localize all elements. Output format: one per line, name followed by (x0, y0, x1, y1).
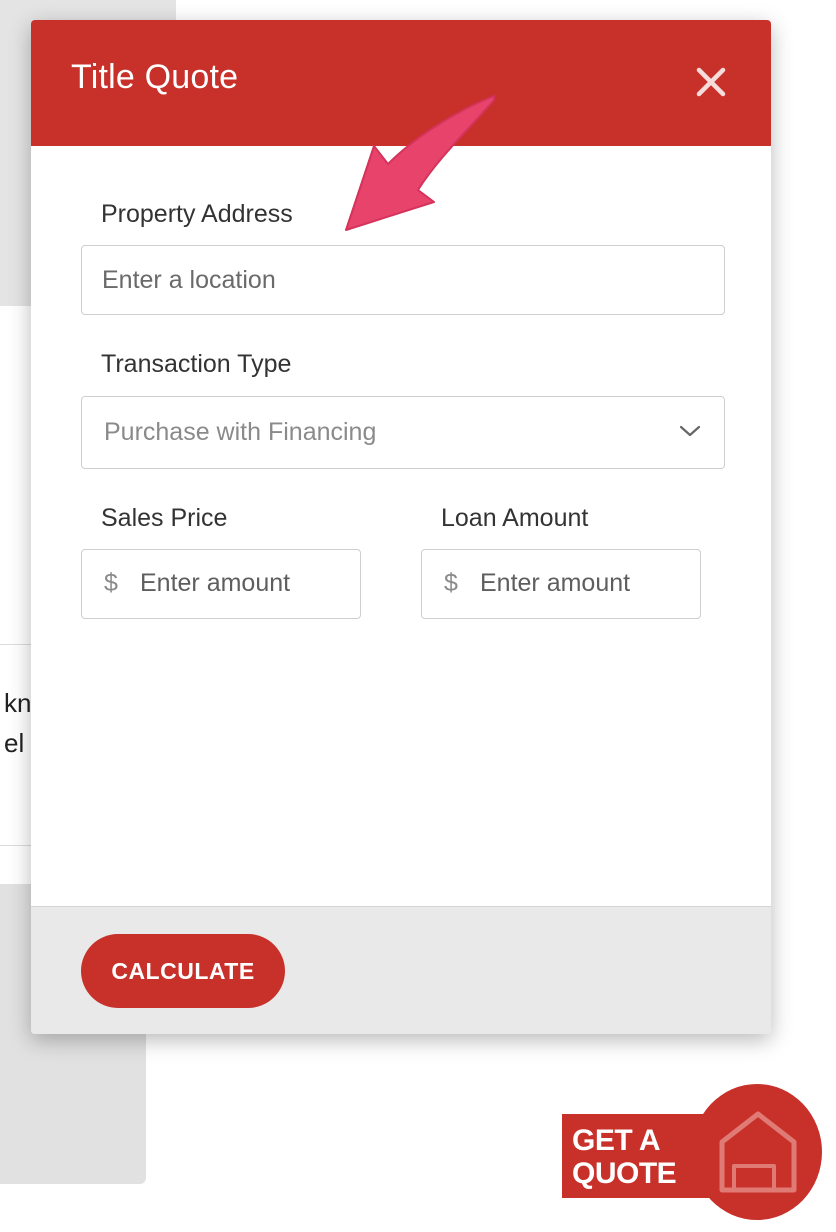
modal-footer: CALCULATE (31, 906, 771, 1034)
transaction-type-select[interactable]: Purchase with Financing (81, 396, 725, 469)
loan-amount-input[interactable] (480, 558, 680, 608)
sales-price-field: $ (81, 549, 361, 619)
property-address-label: Property Address (101, 200, 293, 228)
modal-title: Title Quote (71, 58, 239, 96)
sales-price-label: Sales Price (101, 504, 228, 532)
calculate-button[interactable]: CALCULATE (81, 934, 285, 1008)
close-button[interactable] (689, 60, 733, 104)
house-icon (719, 1111, 797, 1193)
close-icon (696, 67, 726, 97)
transaction-type-label: Transaction Type (101, 350, 292, 378)
transaction-type-value: Purchase with Financing (104, 418, 377, 446)
annotation-arrow-icon (345, 95, 495, 231)
dollar-icon: $ (104, 569, 118, 597)
sales-price-input[interactable] (140, 558, 340, 608)
loan-amount-label: Loan Amount (441, 504, 589, 532)
get-a-quote-button[interactable]: GET A QUOTE (562, 1084, 822, 1224)
loan-amount-field: $ (421, 549, 701, 619)
quote-banner: GET A QUOTE (562, 1114, 712, 1198)
background-text-fragment: kn (4, 688, 32, 718)
quote-line-1: GET A (572, 1124, 661, 1157)
quote-line-2: QUOTE (572, 1157, 677, 1190)
quote-text: GET A QUOTE (572, 1124, 677, 1190)
property-address-input[interactable] (81, 245, 725, 315)
background-text-fragment: el (4, 728, 25, 758)
chevron-down-icon (679, 425, 701, 437)
dollar-icon: $ (444, 569, 458, 597)
